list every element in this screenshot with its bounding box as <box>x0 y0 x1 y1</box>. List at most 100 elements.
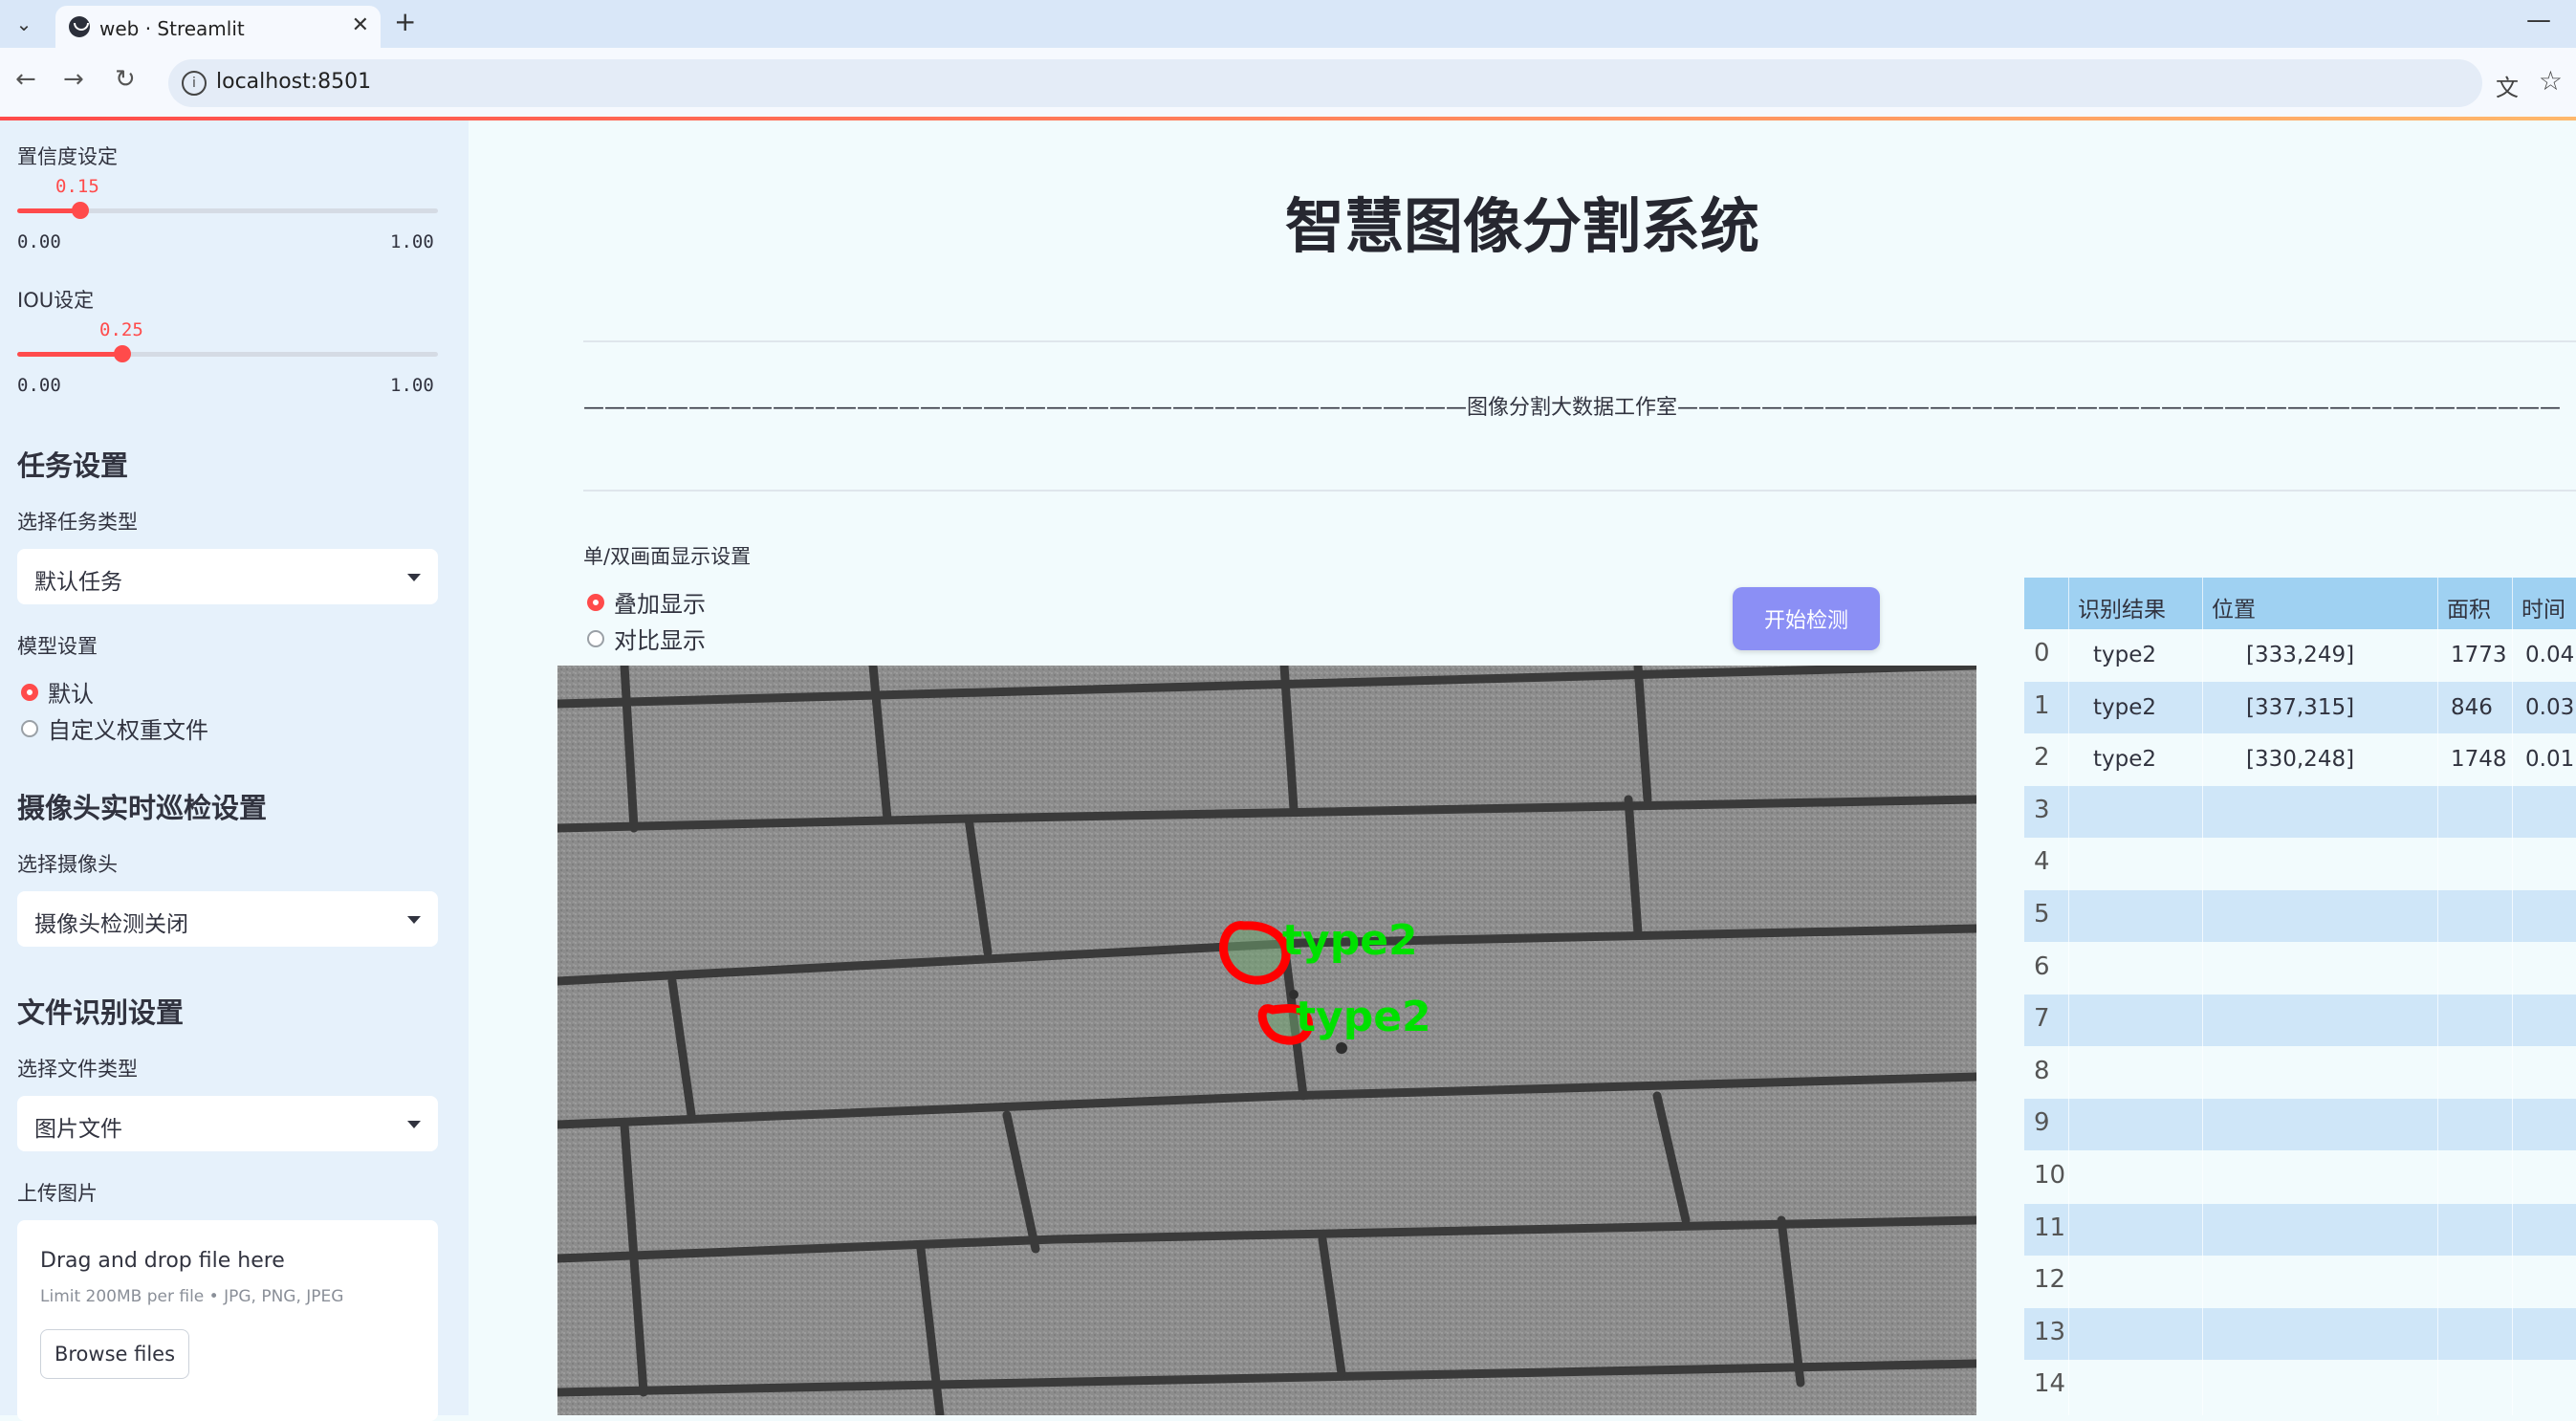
cell-position: [333,249] <box>2246 643 2355 667</box>
row-index: 0 <box>2034 639 2050 667</box>
divider <box>583 340 2576 342</box>
column-divider <box>2202 578 2203 1415</box>
task-type-select[interactable]: 默认任务 <box>17 549 438 604</box>
iou-slider[interactable] <box>17 345 438 362</box>
table-row[interactable]: 4 <box>2024 838 2576 890</box>
chevron-down-icon <box>407 916 421 924</box>
detection-label-2: type2 <box>1296 993 1431 1041</box>
row-index: 12 <box>2034 1265 2066 1295</box>
row-index: 4 <box>2034 847 2050 877</box>
table-row[interactable]: 9 <box>2024 1099 2576 1151</box>
cell-result: type2 <box>2093 747 2157 773</box>
star-icon[interactable]: ☆ <box>2539 65 2563 97</box>
confidence-slider[interactable] <box>17 202 438 219</box>
plus-icon[interactable]: + <box>394 6 416 37</box>
radio-unselected-icon[interactable] <box>587 629 604 647</box>
file-type-label: 选择文件类型 <box>17 1058 138 1081</box>
row-index: 2 <box>2034 743 2050 773</box>
translate-icon[interactable]: 文 <box>2496 69 2519 102</box>
minimize-icon[interactable]: — <box>2526 6 2551 34</box>
row-index: 7 <box>2034 1004 2050 1034</box>
column-divider <box>2068 578 2069 1415</box>
radio-selected-icon[interactable] <box>21 683 38 701</box>
chevron-down-icon <box>407 1121 421 1128</box>
cell-result: type2 <box>2093 694 2157 720</box>
page-title: 智慧图像分割系统 <box>1284 191 1759 261</box>
table-row[interactable]: 1 type2 [337,315] 846 0.03 <box>2024 681 2576 733</box>
row-index: 1 <box>2034 690 2050 720</box>
row-index: 13 <box>2034 1317 2066 1346</box>
result-image: type2 type2 <box>557 666 1976 1415</box>
address-bar[interactable]: i localhost:8501 <box>168 59 2482 107</box>
file-type-value: 图片文件 <box>34 1117 122 1142</box>
table-row[interactable]: 3 <box>2024 785 2576 838</box>
col-header-time[interactable]: 时间 <box>2521 591 2565 623</box>
chevron-down-icon[interactable]: ⌄ <box>8 8 40 40</box>
camera-select[interactable]: 摄像头检测关闭 <box>17 891 438 947</box>
reload-icon[interactable]: ↻ <box>115 65 136 94</box>
model-label: 模型设置 <box>17 635 98 658</box>
cell-time: 0.03 <box>2525 694 2575 720</box>
results-table: 识别结果 位置 面积 时间 0 type2 [333,249] 1773 0.04 1 ty… <box>2024 578 2576 1415</box>
close-icon[interactable]: ✕ <box>352 13 369 37</box>
browser-tab[interactable]: web · Streamlit ✕ <box>55 6 381 48</box>
table-row[interactable]: 11 <box>2024 1203 2576 1256</box>
cell-position: [330,248] <box>2246 747 2355 773</box>
table-header: 识别结果 位置 面积 时间 <box>2024 578 2576 629</box>
confidence-min: 0.00 <box>17 231 61 252</box>
studio-banner: ————————————————————————————————————————… <box>583 396 2562 420</box>
file-heading: 文件识别设置 <box>17 996 185 1029</box>
detection-label-1: type2 <box>1282 916 1418 965</box>
browse-files-button[interactable]: Browse files <box>40 1329 189 1379</box>
task-type-label: 选择任务类型 <box>17 511 138 534</box>
confidence-slider-handle[interactable] <box>72 202 89 219</box>
table-row[interactable]: 0 type2 [333,249] 1773 0.04 <box>2024 629 2576 681</box>
confidence-value: 0.15 <box>55 176 99 197</box>
table-row[interactable]: 5 <box>2024 890 2576 942</box>
cell-result: type2 <box>2093 643 2157 667</box>
table-row[interactable]: 13 <box>2024 1307 2576 1360</box>
upload-label: 上传图片 <box>17 1182 98 1205</box>
display-mode-label: 单/双画面显示设置 <box>583 545 752 568</box>
cell-position: [337,315] <box>2246 694 2355 720</box>
dropzone-title: Drag and drop file here <box>40 1249 285 1273</box>
radio-unselected-icon[interactable] <box>21 719 38 737</box>
col-header-result[interactable]: 识别结果 <box>2078 591 2166 623</box>
dropzone-hint: Limit 200MB per file • JPG, PNG, JPEG <box>40 1287 344 1306</box>
table-row[interactable]: 10 <box>2024 1151 2576 1203</box>
cell-area: 1773 <box>2451 643 2507 667</box>
model-option-default[interactable]: 默认 <box>21 675 94 709</box>
start-detection-button[interactable]: 开始检测 <box>1733 587 1880 650</box>
model-option-custom[interactable]: 自定义权重文件 <box>21 711 208 745</box>
display-option-overlay[interactable]: 叠加显示 <box>587 585 706 619</box>
display-option-compare[interactable]: 对比显示 <box>587 622 706 655</box>
browser-nav-bar: ← → ↻ i localhost:8501 <box>0 48 2576 117</box>
table-row[interactable]: 12 <box>2024 1256 2576 1308</box>
cell-area: 1748 <box>2451 747 2507 773</box>
table-row[interactable]: 7 <box>2024 995 2576 1047</box>
table-row[interactable]: 8 <box>2024 1046 2576 1099</box>
segmentation-result-image: type2 type2 <box>557 666 1976 1415</box>
col-header-area[interactable]: 面积 <box>2447 591 2491 623</box>
radio-selected-icon[interactable] <box>587 593 604 611</box>
col-header-position[interactable]: 位置 <box>2212 591 2256 623</box>
table-row[interactable]: 6 <box>2024 942 2576 995</box>
forward-icon[interactable]: → <box>63 65 84 94</box>
file-type-select[interactable]: 图片文件 <box>17 1096 438 1151</box>
model-option-label: 自定义权重文件 <box>48 717 208 744</box>
iou-slider-handle[interactable] <box>114 345 131 362</box>
info-icon[interactable]: i <box>182 71 207 96</box>
back-icon[interactable]: ← <box>15 65 36 94</box>
table-row[interactable]: 14 <box>2024 1360 2576 1412</box>
table-row[interactable]: 2 type2 [330,248] 1748 0.01 <box>2024 733 2576 786</box>
camera-heading: 摄像头实时巡检设置 <box>17 792 268 824</box>
row-index: 10 <box>2034 1161 2066 1190</box>
streamlit-favicon-icon <box>69 16 90 37</box>
camera-label: 选择摄像头 <box>17 853 118 876</box>
row-index: 8 <box>2034 1056 2050 1085</box>
file-dropzone[interactable]: Drag and drop file here Limit 200MB per … <box>17 1220 438 1421</box>
row-index: 5 <box>2034 900 2050 929</box>
url-text[interactable]: localhost:8501 <box>216 70 371 94</box>
column-divider <box>2437 578 2438 1415</box>
row-index: 11 <box>2034 1213 2066 1242</box>
